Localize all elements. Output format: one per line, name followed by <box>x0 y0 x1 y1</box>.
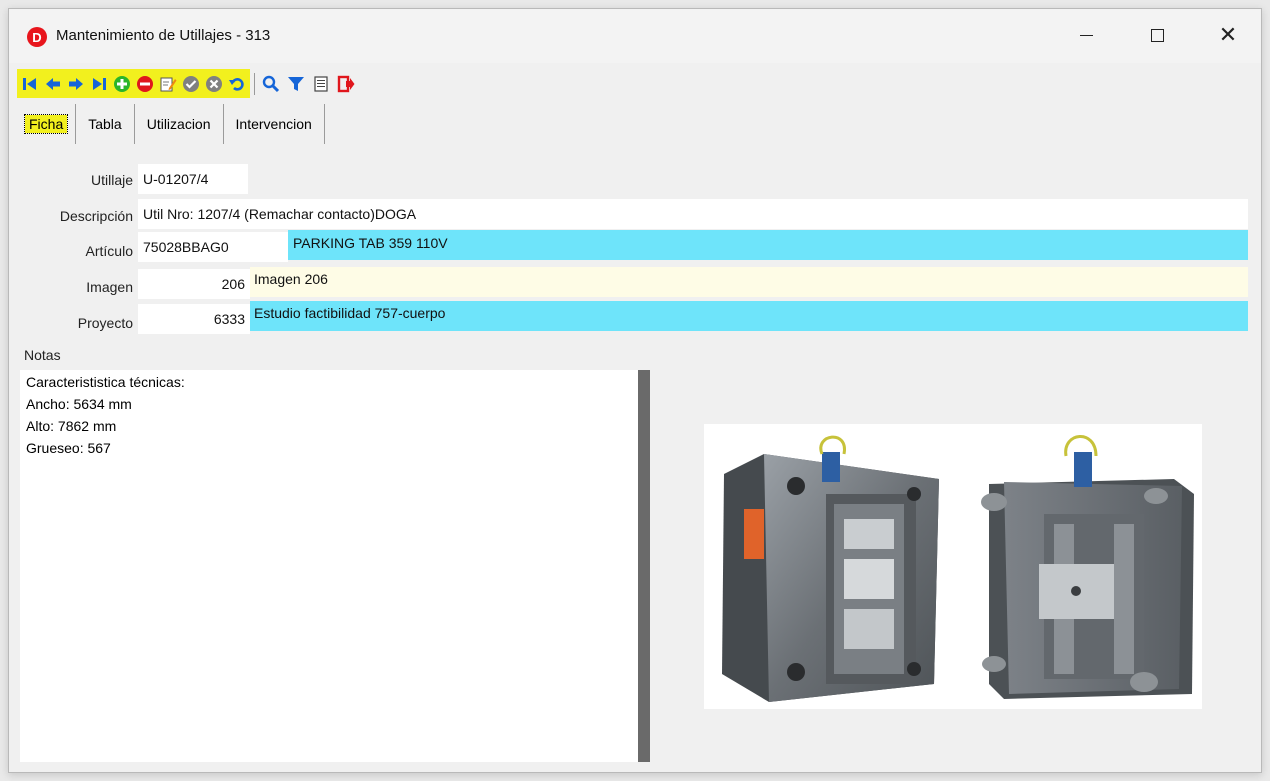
tab-tabla[interactable]: Tabla <box>76 104 135 144</box>
tab-label: Ficha <box>23 114 69 134</box>
articulo-code-field[interactable]: 75028BBAG0 <box>138 232 288 262</box>
add-icon <box>114 75 130 92</box>
descripcion-field[interactable]: Util Nro: 1207/4 (Remachar contacto)DOGA <box>138 199 1248 229</box>
close-button[interactable]: ✕ <box>1205 17 1251 53</box>
descripcion-label: Descripción <box>59 208 133 224</box>
exit-icon <box>337 75 355 92</box>
toolbar <box>17 69 356 98</box>
first-record-button[interactable] <box>20 73 40 95</box>
articulo-label: Artículo <box>85 243 133 259</box>
imagen-code-field[interactable]: 206 <box>138 269 250 299</box>
tab-label: Intervencion <box>235 116 312 132</box>
proyecto-label: Proyecto <box>77 315 133 331</box>
notes-line: Caracterististica técnicas: <box>26 374 185 390</box>
maximize-button[interactable] <box>1134 17 1180 53</box>
maximize-icon <box>1150 28 1164 42</box>
cancel-icon <box>206 75 222 92</box>
tools-toolbar-group <box>255 69 356 98</box>
filter-icon <box>288 76 304 91</box>
edit-record-button[interactable] <box>158 73 178 95</box>
tab-utilizacion[interactable]: Utilizacion <box>135 104 224 144</box>
first-icon <box>23 77 36 90</box>
minimize-icon <box>1079 34 1093 36</box>
app-icon: D <box>27 27 47 47</box>
last-icon <box>93 77 106 90</box>
notes-line: Alto: 7862 mm <box>26 418 117 434</box>
tab-label: Tabla <box>88 116 122 132</box>
report-button[interactable] <box>311 73 331 95</box>
tab-strip: Ficha Tabla Utilizacion Intervencion <box>17 104 325 144</box>
undo-button[interactable] <box>227 73 247 95</box>
filter-button[interactable] <box>286 73 306 95</box>
next-icon <box>69 77 83 90</box>
confirm-icon <box>183 75 199 92</box>
proyecto-code-field[interactable]: 6333 <box>138 304 250 334</box>
utillaje-field[interactable]: U-01207/4 <box>138 164 248 194</box>
proyecto-name-field[interactable]: Estudio factibilidad 757-cuerpo <box>250 301 1248 331</box>
previous-record-button[interactable] <box>43 73 63 95</box>
previous-icon <box>46 77 60 90</box>
delete-icon <box>137 75 153 92</box>
notes-textarea[interactable]: Caracterististica técnicas: Ancho: 5634 … <box>20 370 638 762</box>
close-icon: ✕ <box>1218 22 1238 47</box>
cancel-button[interactable] <box>204 73 224 95</box>
delete-record-button[interactable] <box>135 73 155 95</box>
notes-line: Grueseo: 567 <box>26 440 111 456</box>
articulo-name-field[interactable]: PARKING TAB 359 110V <box>288 230 1248 260</box>
title-bar: D Mantenimiento de Utillajes - 313 ✕ <box>9 9 1261 63</box>
minimize-button[interactable] <box>1063 17 1109 53</box>
navigation-toolbar-group <box>17 69 250 98</box>
utillaje-label: Utillaje <box>90 172 133 188</box>
add-record-button[interactable] <box>112 73 132 95</box>
splitter-bar[interactable] <box>638 370 650 762</box>
report-icon <box>314 75 328 92</box>
notes-label: Notas <box>24 347 61 363</box>
confirm-button[interactable] <box>181 73 201 95</box>
tab-intervencion[interactable]: Intervencion <box>224 104 325 144</box>
undo-icon <box>229 77 244 91</box>
search-icon <box>262 75 280 92</box>
injection-mold-image <box>722 435 1194 702</box>
next-record-button[interactable] <box>66 73 86 95</box>
imagen-label: Imagen <box>86 279 133 295</box>
edit-icon <box>160 77 177 91</box>
tooling-image <box>704 424 1202 709</box>
tab-label: Utilizacion <box>146 116 211 132</box>
imagen-name-field[interactable]: Imagen 206 <box>250 267 1248 297</box>
last-record-button[interactable] <box>89 73 109 95</box>
exit-button[interactable] <box>336 73 356 95</box>
tab-ficha[interactable]: Ficha <box>17 104 77 144</box>
main-window: D Mantenimiento de Utillajes - 313 ✕ Fic… <box>8 8 1262 773</box>
notes-line: Ancho: 5634 mm <box>26 396 132 412</box>
window-title: Mantenimiento de Utillajes - 313 <box>56 27 271 44</box>
search-button[interactable] <box>261 73 281 95</box>
